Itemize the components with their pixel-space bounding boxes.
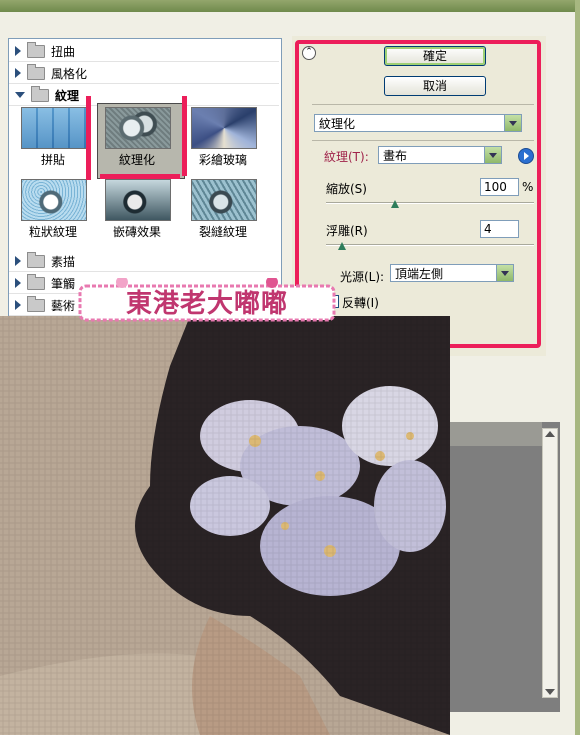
window-frame-right [575, 0, 580, 735]
textured-photo [0, 316, 450, 735]
thumbnail-label[interactable]: 裂縫紋理 [183, 223, 263, 240]
thumbnail-label[interactable]: 紋理化 [97, 151, 177, 168]
expand-arrow-icon[interactable] [15, 68, 21, 78]
scroll-up-icon[interactable] [545, 431, 555, 437]
folder-icon [27, 295, 45, 312]
expand-arrow-icon[interactable] [15, 300, 21, 310]
folder-icon [27, 251, 45, 268]
collapse-arrow-icon[interactable] [15, 92, 25, 98]
scroll-down-icon[interactable] [545, 689, 555, 695]
texturizer-filter-icon[interactable] [105, 107, 171, 149]
category-label: 紋理 [55, 88, 80, 103]
preview-scrollbar[interactable] [542, 428, 558, 698]
expand-arrow-icon[interactable] [15, 278, 21, 288]
folder-icon [27, 63, 45, 80]
folder-icon [27, 41, 45, 58]
category-stylize[interactable]: 風格化 [9, 63, 279, 84]
watermark-text: 東港老大嘟嘟 [125, 289, 288, 319]
category-label: 素描 [51, 254, 76, 269]
thumbnail-label[interactable]: 粒狀紋理 [13, 223, 93, 240]
annotation-underline [100, 174, 180, 179]
folder-icon [27, 273, 45, 290]
thumbnail-label[interactable]: 拼貼 [13, 151, 93, 168]
preview-image [0, 316, 450, 735]
category-label: 風格化 [51, 66, 88, 81]
grain-filter-icon[interactable] [21, 179, 87, 221]
thumbnail-label[interactable]: 彩繪玻璃 [183, 151, 263, 168]
window-titlebar [0, 0, 580, 12]
expand-arrow-icon[interactable] [15, 46, 21, 56]
craquelure-filter-icon[interactable] [191, 179, 257, 221]
category-sketch[interactable]: 素描 [9, 251, 279, 272]
category-label: 扭曲 [51, 44, 76, 59]
expand-arrow-icon[interactable] [15, 256, 21, 266]
category-label: 藝術 [51, 298, 76, 313]
preview-header [450, 422, 542, 446]
folder-icon [31, 85, 49, 102]
stained-glass-filter-icon[interactable] [191, 107, 257, 149]
category-distort[interactable]: 扭曲 [9, 41, 279, 62]
tile-filter-icon[interactable] [21, 107, 87, 149]
mosaic-tiles-filter-icon[interactable] [105, 179, 171, 221]
thumbnail-label[interactable]: 嵌磚效果 [97, 223, 177, 240]
annotation-bracket-right [182, 96, 187, 176]
watermark-badge: 東港老大嘟嘟 [76, 276, 338, 324]
annotation-bracket-left [86, 96, 91, 180]
category-label: 筆觸 [51, 276, 76, 291]
